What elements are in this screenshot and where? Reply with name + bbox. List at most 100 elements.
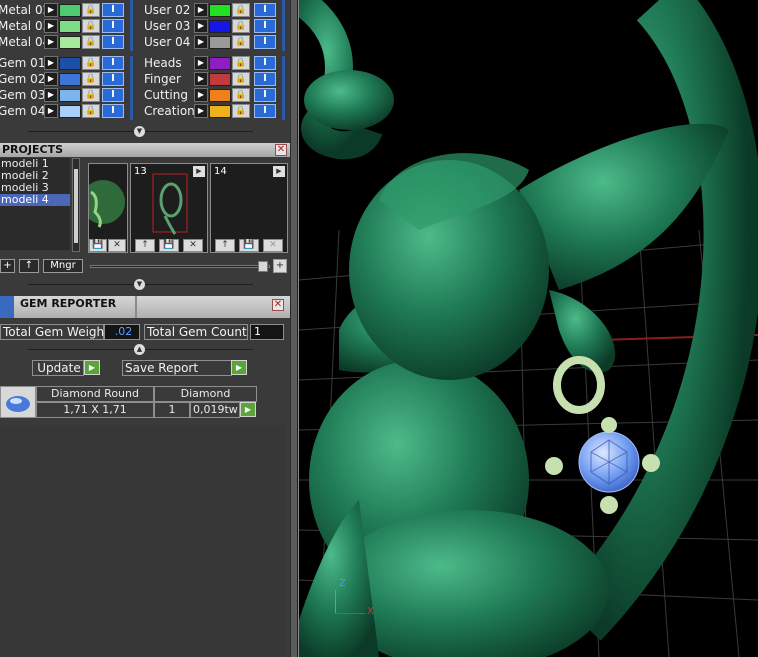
layer-visibility-button[interactable]: I xyxy=(102,19,124,33)
project-thumbnail[interactable]: 💾 ✕ xyxy=(88,163,128,253)
layer-visibility-button[interactable]: I xyxy=(102,88,124,102)
layer-visibility-button[interactable]: I xyxy=(102,104,124,118)
layer-color-swatch[interactable] xyxy=(59,19,81,33)
collapse-layers-icon[interactable]: ▼ xyxy=(134,126,145,137)
thumb-delete-icon[interactable]: ✕ xyxy=(183,239,203,252)
layer-visibility-button[interactable]: I xyxy=(102,35,124,49)
lock-icon[interactable]: 🔒 xyxy=(82,3,100,17)
add-project-button[interactable]: + xyxy=(0,259,15,273)
3d-viewport[interactable]: Z X xyxy=(298,0,758,657)
layer-visibility-button[interactable]: I xyxy=(254,19,276,33)
lock-icon[interactable]: 🔒 xyxy=(232,56,250,70)
layer-play-icon[interactable]: ▶ xyxy=(44,104,58,118)
thumb-delete-icon[interactable]: ✕ xyxy=(263,239,283,252)
layer-color-swatch[interactable] xyxy=(209,104,231,118)
project-item-selected[interactable]: modeli 4 xyxy=(0,194,70,206)
scrollbar-thumb[interactable] xyxy=(74,169,78,243)
layer-color-swatch[interactable] xyxy=(59,3,81,17)
layer-color-swatch[interactable] xyxy=(209,19,231,33)
layer-play-icon[interactable]: ▶ xyxy=(194,104,208,118)
layer-column-divider xyxy=(130,0,133,51)
thumbnail-number: 14 xyxy=(214,166,227,177)
save-report-play-icon[interactable]: ▶ xyxy=(231,360,247,375)
layer-color-swatch[interactable] xyxy=(59,88,81,102)
thumbnail-play-icon[interactable]: ▶ xyxy=(273,166,285,177)
layer-color-swatch[interactable] xyxy=(209,3,231,17)
lock-icon[interactable]: 🔒 xyxy=(82,35,100,49)
layer-visibility-button[interactable]: I xyxy=(254,72,276,86)
layer-right-divider xyxy=(282,56,285,120)
projects-close-button[interactable]: ✕ xyxy=(275,144,287,156)
layer-color-swatch[interactable] xyxy=(209,72,231,86)
layer-play-icon[interactable]: ▶ xyxy=(194,19,208,33)
thumb-up-icon[interactable]: ↑ xyxy=(135,239,155,252)
thumb-delete-icon[interactable]: ✕ xyxy=(108,239,126,252)
gem-reporter-close-button[interactable]: ✕ xyxy=(272,299,284,311)
layer-play-icon[interactable]: ▶ xyxy=(44,72,58,86)
lock-icon[interactable]: 🔒 xyxy=(232,72,250,86)
lock-icon[interactable]: 🔒 xyxy=(232,35,250,49)
layer-label: User 03 xyxy=(144,19,191,33)
layer-play-icon[interactable]: ▶ xyxy=(44,35,58,49)
thumbnail-size-slider[interactable] xyxy=(90,265,270,268)
layer-color-swatch[interactable] xyxy=(59,72,81,86)
layer-visibility-button[interactable]: I xyxy=(254,104,276,118)
layer-column-divider xyxy=(130,56,133,120)
manager-button[interactable]: Mngr xyxy=(43,259,83,273)
lock-icon[interactable]: 🔒 xyxy=(82,72,100,86)
collapse-projects-icon[interactable]: ▼ xyxy=(134,279,145,290)
project-list-scrollbar[interactable] xyxy=(72,158,80,252)
gem-size-cell: 1,71 X 1,71 xyxy=(36,402,154,418)
layer-visibility-button[interactable]: I xyxy=(102,3,124,17)
layer-play-icon[interactable]: ▶ xyxy=(44,19,58,33)
layer-play-icon[interactable]: ▶ xyxy=(194,56,208,70)
layer-play-icon[interactable]: ▶ xyxy=(194,72,208,86)
project-list[interactable]: modeli 1 modeli 2 modeli 3 modeli 4 xyxy=(0,158,70,250)
axis-x-label: X xyxy=(367,606,374,617)
thumb-save-icon[interactable]: 💾 xyxy=(239,239,259,252)
layer-color-swatch[interactable] xyxy=(59,56,81,70)
lock-icon[interactable]: 🔒 xyxy=(82,56,100,70)
project-thumbnail-14[interactable]: 14 ▶ ↑ 💾 ✕ xyxy=(210,163,288,253)
layer-play-icon[interactable]: ▶ xyxy=(194,88,208,102)
update-button[interactable]: Update xyxy=(32,360,84,376)
gem-thumbnail xyxy=(0,386,36,418)
layer-play-icon[interactable]: ▶ xyxy=(44,3,58,17)
layer-visibility-button[interactable]: I xyxy=(102,72,124,86)
layer-visibility-button[interactable]: I xyxy=(254,3,276,17)
slider-handle[interactable] xyxy=(258,261,268,272)
gem-reporter-title: GEM REPORTER xyxy=(20,297,117,310)
layer-play-icon[interactable]: ▶ xyxy=(44,88,58,102)
layer-color-swatch[interactable] xyxy=(59,104,81,118)
move-up-button[interactable]: ↑ xyxy=(19,259,39,273)
thumb-save-icon[interactable]: 💾 xyxy=(89,239,107,252)
gem-row-play-icon[interactable]: ▶ xyxy=(240,402,256,417)
layer-visibility-button[interactable]: I xyxy=(254,56,276,70)
save-report-button[interactable]: Save Report xyxy=(122,360,232,376)
lock-icon[interactable]: 🔒 xyxy=(82,19,100,33)
project-thumbnail-13[interactable]: 13 ▶ ↑ 💾 ✕ xyxy=(130,163,208,253)
lock-icon[interactable]: 🔒 xyxy=(82,104,100,118)
layer-label: Gem 04 xyxy=(0,104,46,118)
collapse-totals-icon[interactable]: ▲ xyxy=(134,344,145,355)
layer-play-icon[interactable]: ▶ xyxy=(194,3,208,17)
layer-color-swatch[interactable] xyxy=(209,56,231,70)
layer-color-swatch[interactable] xyxy=(59,35,81,49)
panel-splitter[interactable] xyxy=(290,0,298,657)
thumb-up-icon[interactable]: ↑ xyxy=(215,239,235,252)
lock-icon[interactable]: 🔒 xyxy=(232,88,250,102)
lock-icon[interactable]: 🔒 xyxy=(82,88,100,102)
lock-icon[interactable]: 🔒 xyxy=(232,19,250,33)
layer-color-swatch[interactable] xyxy=(209,35,231,49)
layer-color-swatch[interactable] xyxy=(209,88,231,102)
lock-icon[interactable]: 🔒 xyxy=(232,104,250,118)
layer-play-icon[interactable]: ▶ xyxy=(44,56,58,70)
thumb-save-icon[interactable]: 💾 xyxy=(159,239,179,252)
zoom-in-button[interactable]: + xyxy=(273,259,287,273)
layer-visibility-button[interactable]: I xyxy=(254,88,276,102)
layer-play-icon[interactable]: ▶ xyxy=(194,35,208,49)
update-play-icon[interactable]: ▶ xyxy=(84,360,100,375)
lock-icon[interactable]: 🔒 xyxy=(232,3,250,17)
layer-visibility-button[interactable]: I xyxy=(254,35,276,49)
layer-visibility-button[interactable]: I xyxy=(102,56,124,70)
